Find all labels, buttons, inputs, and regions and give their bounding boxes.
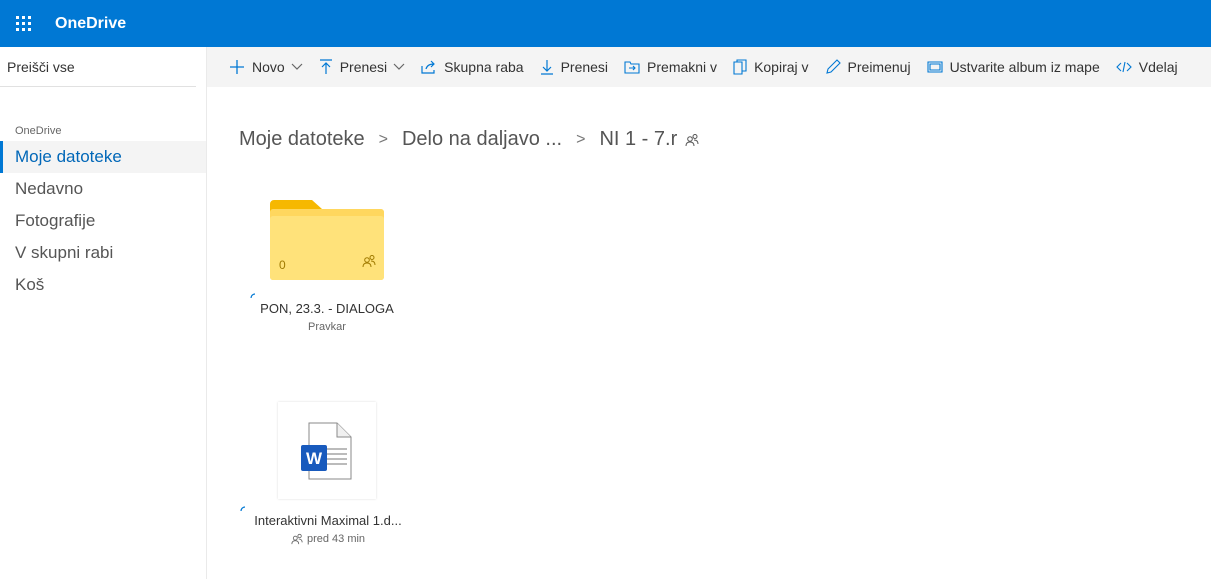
waffle-icon [16,16,31,31]
download-button[interactable]: Prenesi [540,59,608,75]
share-icon [421,60,437,74]
upload-label: Prenesi [339,59,388,75]
embed-button[interactable]: Vdelaj [1115,59,1178,75]
upload-icon [319,59,333,75]
file-modified-row: pred 43 min [240,533,416,545]
shared-people-icon [685,133,699,147]
folder-name[interactable]: PON, 23.3. - DIALOGA [249,301,405,316]
shared-people-icon [362,254,376,273]
folder-tile[interactable]: 0 [270,200,384,280]
copy-to-button[interactable]: Kopiraj v [733,59,809,75]
app-title[interactable]: OneDrive [55,15,126,33]
sidebar-item-photos[interactable]: Fotografije [0,205,206,237]
app-launcher-button[interactable] [0,0,47,47]
sidebar-item-recent[interactable]: Nedavno [0,173,206,205]
new-button[interactable]: Novo [229,59,303,75]
folder-modified: Pravkar [308,321,346,333]
move-to-button[interactable]: Premakni v [624,59,717,75]
create-album-label: Ustvarite album iz mape [949,59,1100,75]
search-input[interactable]: Preišči vse [0,47,196,87]
rename-label: Preimenuj [847,59,911,75]
word-letter: W [306,449,323,468]
plus-icon [229,59,245,75]
sidebar-item-shared[interactable]: V skupni rabi [0,237,206,269]
file-tile[interactable]: W [278,402,376,499]
breadcrumb: Moje datoteke > Delo na daljavo ... > NI… [239,128,699,151]
sidebar-item-recycle-bin[interactable]: Koš [0,269,206,301]
download-label: Prenesi [560,59,609,75]
sidebar: Preišči vse OneDrive Moje datoteke Nedav… [0,47,207,579]
chevron-right-icon: > [378,130,388,148]
album-icon [927,60,943,74]
breadcrumb-current[interactable]: NI 1 - 7.r [599,128,677,151]
share-label: Skupna raba [444,59,524,75]
folder-label: PON, 23.3. - DIALOGA Pravkar [249,301,405,333]
download-icon [540,59,554,75]
top-bar: OneDrive [0,0,1211,47]
share-button[interactable]: Skupna raba [421,59,524,75]
chevron-down-icon [291,63,303,71]
shared-people-icon [291,533,303,545]
nav-heading: OneDrive [15,125,62,137]
breadcrumb-item[interactable]: Delo na daljavo ... [402,128,562,151]
new-label: Novo [252,59,285,75]
command-bar: Novo Prenesi Skupna raba Prenesi Premakn… [207,47,1211,87]
folder-item-count: 0 [279,258,286,272]
file-modified: pred 43 min [306,533,366,545]
upload-button[interactable]: Prenesi [319,59,405,75]
file-name[interactable]: Interaktivni Maximal 1.d... [240,513,416,528]
chevron-right-icon: > [576,130,586,148]
word-document-icon: W [301,422,352,479]
code-icon [1115,60,1132,74]
create-album-button[interactable]: Ustvarite album iz mape [927,59,1100,75]
breadcrumb-item[interactable]: Moje datoteke [239,128,365,151]
copy-icon [733,59,747,75]
embed-label: Vdelaj [1138,59,1178,75]
pencil-icon [825,59,841,75]
sidebar-item-my-files[interactable]: Moje datoteke [0,141,206,173]
rename-button[interactable]: Preimenuj [825,59,911,75]
move-icon [624,60,640,74]
file-label: Interaktivni Maximal 1.d... pred 43 min [240,513,416,545]
chevron-down-icon [393,63,405,71]
move-to-label: Premakni v [647,59,718,75]
copy-to-label: Kopiraj v [754,59,809,75]
